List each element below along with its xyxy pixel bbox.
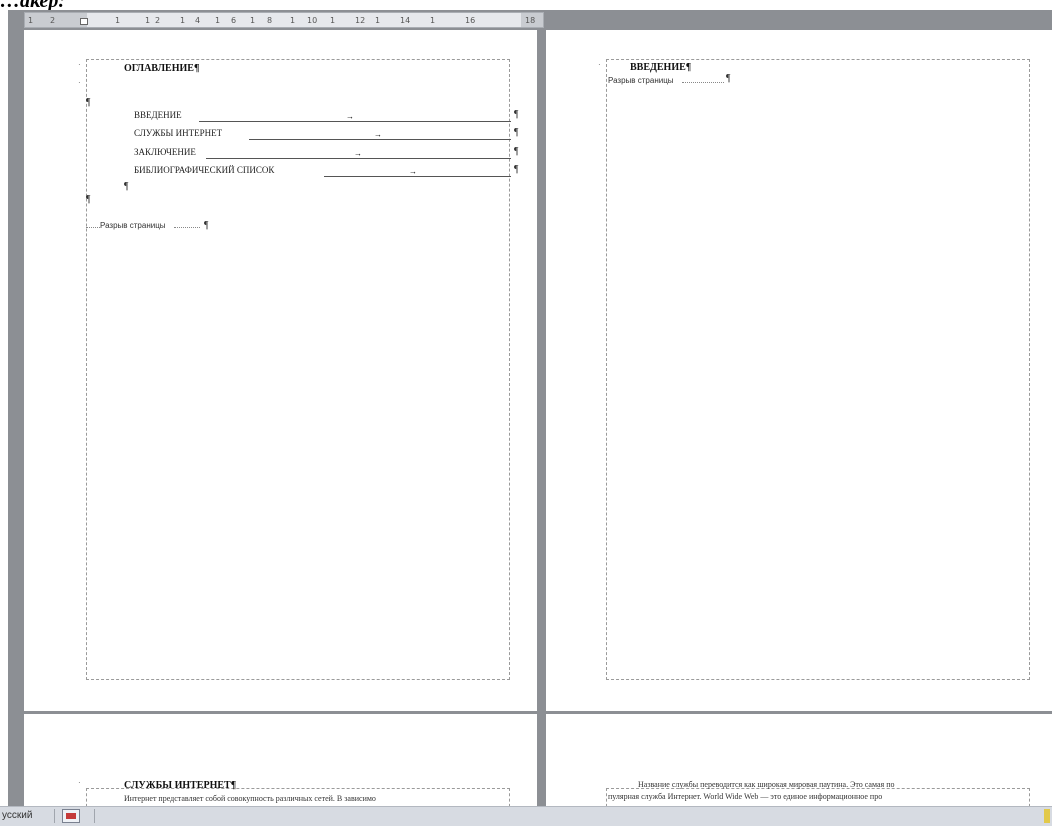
document-workspace[interactable]: 1 2 1 1 2 1 4 1 6 1 8 1 10 1 12 1 14 1 1…: [8, 10, 1052, 806]
ruler-tick: 14: [400, 16, 411, 25]
pilcrow-icon: ¶: [86, 97, 91, 108]
page-1[interactable]: · ОГЛАВЛЕНИЕ¶ · ¶ ВВЕДЕНИЕ → ¶ СЛУЖБЫ ИН…: [24, 30, 537, 711]
page-break-marker: Разрыв страницы: [608, 76, 674, 85]
status-bar: усский: [0, 806, 1052, 826]
page-2[interactable]: · ВВЕДЕНИЕ¶ Разрыв страницы ¶: [546, 30, 1052, 711]
introduction-heading[interactable]: ВВЕДЕНИЕ¶: [630, 62, 691, 73]
page-3[interactable]: · СЛУЖБЫ ИНТЕРНЕТ¶ Интернет представляет…: [24, 714, 537, 806]
ruler-tick: 1: [290, 16, 296, 25]
ruler-tick: 1: [215, 16, 221, 25]
ruler-tick: 16: [465, 16, 476, 25]
ruler-tick: 4: [195, 16, 201, 25]
toc-heading[interactable]: ОГЛАВЛЕНИЕ¶: [124, 63, 199, 74]
pilcrow-icon: ¶: [514, 127, 519, 138]
toc-leader-line: [324, 176, 511, 177]
text-area-boundary: [606, 59, 1030, 680]
resize-grip-icon[interactable]: [1044, 809, 1050, 823]
status-language[interactable]: усский: [2, 810, 32, 821]
body-text-line[interactable]: пулярная служба Интернет. World Wide Web…: [608, 792, 1030, 801]
ruler-left-margin: [25, 13, 87, 27]
toc-leader-line: [206, 158, 511, 159]
ruler-tick: 2: [50, 16, 56, 25]
pilcrow-icon: ¶: [86, 194, 91, 205]
body-text-line[interactable]: Интернет представляет собой совокупность…: [124, 794, 510, 803]
horizontal-ruler[interactable]: 1 2 1 1 2 1 4 1 6 1 8 1 10 1 12 1 14 1 1…: [24, 12, 544, 28]
pilcrow-icon: ¶: [204, 220, 209, 231]
status-separator: [94, 809, 95, 823]
ruler-tick: 1: [375, 16, 381, 25]
toc-entry-internet-services[interactable]: СЛУЖБЫ ИНТЕРНЕТ: [134, 128, 222, 138]
tab-arrow-icon: →: [374, 130, 382, 139]
page-break-line: [86, 227, 100, 228]
ruler-tick: 1: [250, 16, 256, 25]
ruler-tick: 12: [355, 16, 366, 25]
tab-arrow-icon: →: [346, 112, 354, 121]
ruler-tick: 1: [145, 16, 151, 25]
page-break-line: [682, 82, 724, 83]
pilcrow-icon: ¶: [514, 109, 519, 120]
macro-record-icon[interactable]: [62, 809, 80, 823]
paragraph-mark-dot: ·: [78, 78, 81, 87]
tab-arrow-icon: →: [354, 149, 362, 158]
page-break-marker: Разрыв страницы: [100, 221, 166, 230]
ruler-tick: 8: [267, 16, 273, 25]
ruler-tick: 1: [430, 16, 436, 25]
pilcrow-icon: ¶: [514, 164, 519, 175]
pilcrow-icon: ¶: [124, 181, 129, 192]
ruler-tick: 18: [525, 16, 536, 25]
toc-leader-line: [199, 121, 511, 122]
ruler-tick: 1: [28, 16, 34, 25]
toc-entry-bibliography[interactable]: БИБЛИОГРАФИЧЕСКИЙ СПИСОК: [134, 165, 274, 175]
ruler-tick: 1: [115, 16, 121, 25]
pilcrow-icon: ¶: [514, 146, 519, 157]
toc-entry-conclusion[interactable]: ЗАКЛЮЧЕНИЕ: [134, 147, 196, 157]
ruler-tick: 10: [307, 16, 318, 25]
toc-leader-line: [249, 139, 511, 140]
paragraph-mark-dot: ·: [598, 60, 601, 69]
indent-marker-handle[interactable]: [80, 18, 88, 25]
paragraph-mark-dot: ·: [78, 778, 81, 787]
status-separator: [54, 809, 55, 823]
ruler-tick: 1: [330, 16, 336, 25]
page-break-line: [174, 227, 200, 228]
toc-entry-introduction[interactable]: ВВЕДЕНИЕ: [134, 110, 182, 120]
paragraph-mark-dot: ·: [78, 60, 81, 69]
ruler-tick: 6: [231, 16, 237, 25]
pilcrow-icon: ¶: [726, 73, 731, 84]
ruler-tick: 1: [180, 16, 186, 25]
tab-arrow-icon: →: [409, 167, 417, 176]
page-4[interactable]: Название службы переводится как широкая …: [546, 714, 1052, 806]
ruler-tick: 2: [155, 16, 161, 25]
internet-services-heading[interactable]: СЛУЖБЫ ИНТЕРНЕТ¶: [124, 780, 236, 791]
body-text-line[interactable]: Название службы переводится как широкая …: [638, 780, 1030, 789]
